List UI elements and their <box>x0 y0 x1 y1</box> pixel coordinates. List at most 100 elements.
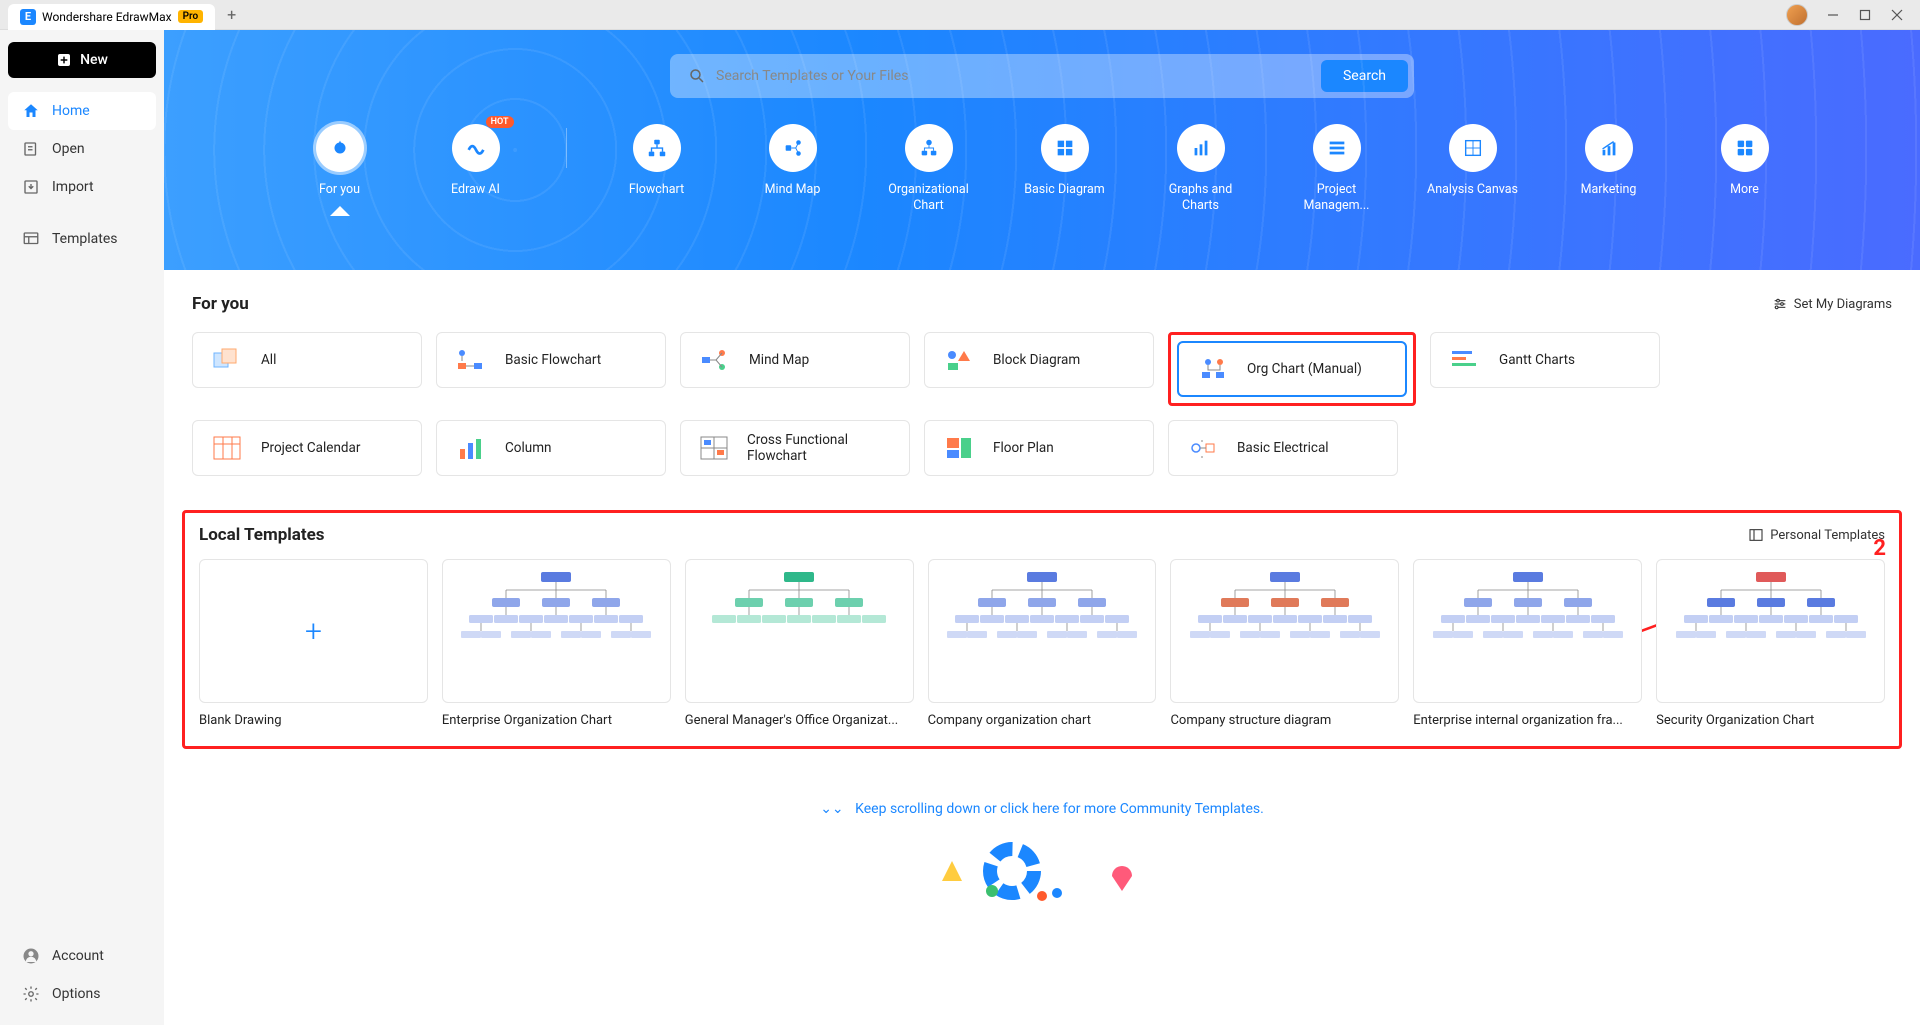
sidebar-item-account[interactable]: Account <box>8 937 156 975</box>
tile-icon <box>699 434 729 462</box>
template-title: Security Organization Chart <box>1656 713 1885 728</box>
tile-basic-electrical[interactable]: Basic Electrical <box>1168 420 1398 476</box>
set-my-diagrams[interactable]: Set My Diagrams <box>1772 296 1892 312</box>
category-marketing[interactable]: Marketing <box>1563 124 1655 215</box>
close-button[interactable] <box>1890 8 1904 22</box>
category-mind-map[interactable]: Mind Map <box>747 124 839 215</box>
tile-icon <box>699 346 731 374</box>
new-tab-button[interactable]: + <box>227 5 236 24</box>
tile-label: Block Diagram <box>993 352 1080 368</box>
tile-cross-functional-flowchart[interactable]: Cross Functional Flowchart <box>680 420 910 476</box>
highlight-box: Org Chart (Manual) <box>1168 332 1416 406</box>
tile-project-calendar[interactable]: Project Calendar <box>192 420 422 476</box>
section-title: For you <box>192 294 249 314</box>
category-icon <box>905 124 953 172</box>
category-icon <box>316 124 364 172</box>
maximize-button[interactable] <box>1858 8 1872 22</box>
category-label: Edraw AI <box>451 182 500 214</box>
category-row: For you HOTEdraw AI Flowchart Mind Map Organ… <box>164 124 1920 215</box>
sidebar-item-options[interactable]: Options <box>8 975 156 1013</box>
sidebar-item-label: Options <box>52 986 100 1002</box>
tile-org-chart-manual-[interactable]: Org Chart (Manual) <box>1177 341 1407 397</box>
category-label: Analysis Canvas <box>1427 182 1518 214</box>
template-thumb <box>928 559 1157 703</box>
templates-icon <box>22 230 40 248</box>
tile-all[interactable]: All <box>192 332 422 388</box>
category-basic-diagram[interactable]: Basic Diagram <box>1019 124 1111 215</box>
tile-label: Mind Map <box>749 352 809 368</box>
account-icon <box>22 947 40 965</box>
category-organizational-chart[interactable]: Organizational Chart <box>883 124 975 215</box>
scroll-hint[interactable]: ⌄⌄ Keep scrolling down or click here for… <box>164 767 1920 841</box>
search-button[interactable]: Search <box>1321 60 1408 92</box>
template-title: General Manager's Office Organizat... <box>685 713 914 728</box>
tile-label: All <box>261 352 276 368</box>
template-thumb <box>442 559 671 703</box>
sidebar-item-open[interactable]: Open <box>8 130 156 168</box>
minimize-button[interactable] <box>1826 8 1840 22</box>
tile-floor-plan[interactable]: Floor Plan <box>924 420 1154 476</box>
template-card[interactable]: General Manager's Office Organizat... <box>685 559 914 728</box>
template-card[interactable]: +Blank Drawing <box>199 559 428 728</box>
category-icon <box>1177 124 1225 172</box>
tile-label: Basic Electrical <box>1237 440 1329 456</box>
sidebar-item-label: Templates <box>52 231 118 247</box>
template-card[interactable]: Company structure diagram <box>1170 559 1399 728</box>
category-flowchart[interactable]: Flowchart <box>611 124 703 215</box>
personal-templates-label: Personal Templates <box>1770 528 1885 543</box>
category-label: For you <box>319 182 360 214</box>
sidebar-item-label: Import <box>52 179 94 195</box>
tile-column[interactable]: Column <box>436 420 666 476</box>
sidebar-item-import[interactable]: Import <box>8 168 156 206</box>
category-icon <box>633 124 681 172</box>
category-for-you[interactable]: For you <box>294 124 386 215</box>
tile-gantt-charts[interactable]: Gantt Charts <box>1430 332 1660 388</box>
template-thumb <box>685 559 914 703</box>
app-logo-icon: E <box>20 9 36 25</box>
tile-block-diagram[interactable]: Block Diagram <box>924 332 1154 388</box>
sidebar-item-label: Account <box>52 948 104 964</box>
category-label: Basic Diagram <box>1024 182 1105 214</box>
template-title: Enterprise Organization Chart <box>442 713 671 728</box>
sidebar-item-home[interactable]: Home <box>8 92 156 130</box>
category-more[interactable]: More <box>1699 124 1791 215</box>
category-project-managem-[interactable]: Project Managem... <box>1291 124 1383 215</box>
tile-icon <box>943 346 975 374</box>
category-icon <box>1721 124 1769 172</box>
new-button[interactable]: New <box>8 42 156 78</box>
template-card[interactable]: Enterprise internal organization fra... <box>1413 559 1642 728</box>
category-graphs-and-charts[interactable]: Graphs and Charts <box>1155 124 1247 215</box>
template-thumb <box>1413 559 1642 703</box>
tile-icon <box>211 434 243 462</box>
tile-icon <box>211 346 243 374</box>
new-button-label: New <box>80 52 108 68</box>
template-card[interactable]: Security Organization Chart <box>1656 559 1885 728</box>
template-thumb <box>1170 559 1399 703</box>
avatar[interactable] <box>1786 4 1808 26</box>
tile-label: Gantt Charts <box>1499 352 1575 368</box>
tile-icon <box>1197 355 1229 383</box>
template-card[interactable]: Company organization chart <box>928 559 1157 728</box>
template-thumb <box>1656 559 1885 703</box>
sidebar-item-label: Open <box>52 141 85 157</box>
sidebar: New Home Open Import Templates Account <box>0 30 164 1025</box>
home-icon <box>22 102 40 120</box>
search-input[interactable] <box>716 68 1321 84</box>
tile-basic-flowchart[interactable]: Basic Flowchart <box>436 332 666 388</box>
hero: Search For youHOTEdraw AIFlowchartMind M… <box>164 30 1920 270</box>
hot-badge: HOT <box>486 116 514 128</box>
category-analysis-canvas[interactable]: Analysis Canvas <box>1427 124 1519 215</box>
template-card[interactable]: Enterprise Organization Chart <box>442 559 671 728</box>
category-edraw-ai[interactable]: HOTEdraw AI <box>430 124 522 215</box>
decorative-footer <box>164 841 1920 911</box>
plus-icon <box>56 52 72 68</box>
template-row: +Blank Drawing Enterprise Organization Ch… <box>199 559 1885 728</box>
app-tab[interactable]: E Wondershare EdrawMax Pro <box>8 4 215 30</box>
tile-mind-map[interactable]: Mind Map <box>680 332 910 388</box>
tile-icon <box>1449 346 1481 374</box>
sidebar-item-templates[interactable]: Templates <box>8 220 156 258</box>
tile-icon <box>1187 434 1219 462</box>
category-icon <box>1313 124 1361 172</box>
personal-templates[interactable]: Personal Templates <box>1748 527 1885 543</box>
tile-label: Project Calendar <box>261 440 360 456</box>
